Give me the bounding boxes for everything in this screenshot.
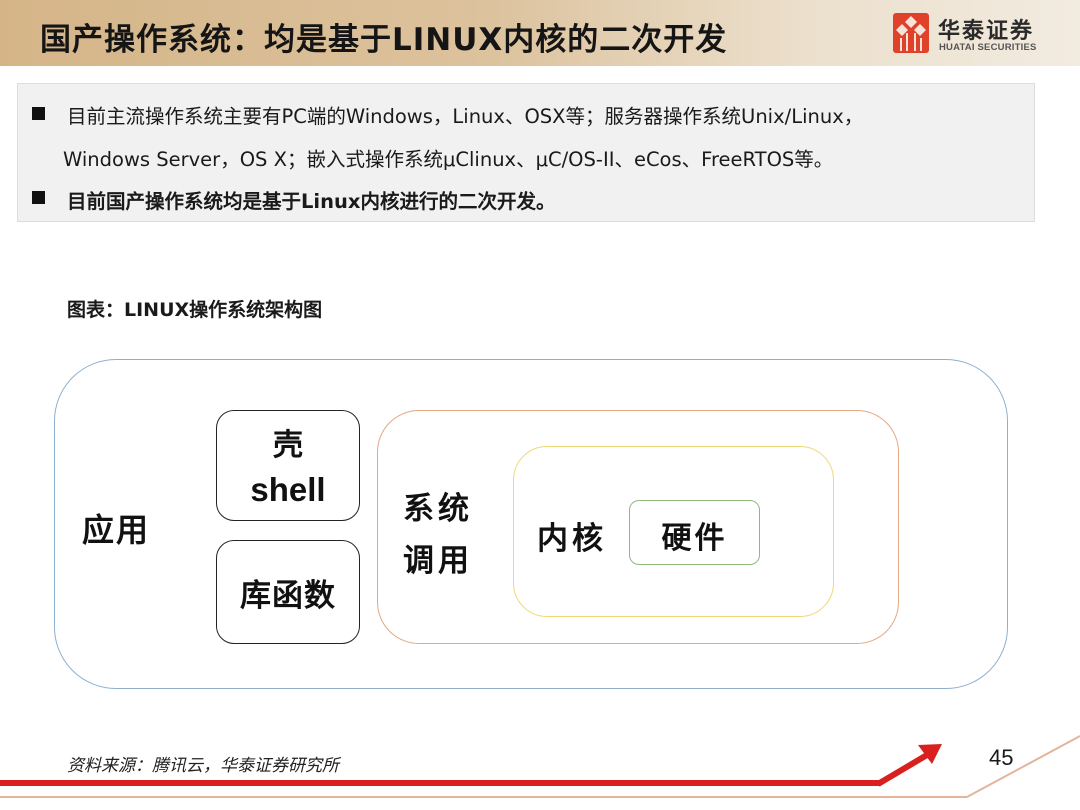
source-note: 资料来源：腾讯云，华泰证券研究所 <box>67 756 339 776</box>
bullet-1-line-2: Windows Server，OS X；嵌入式操作系统μClinux、μC/OS… <box>63 148 834 171</box>
page-number: 45 <box>989 745 1014 770</box>
application-label: 应用 <box>82 511 151 549</box>
logo-name-en: HUATAI SECURITIES <box>939 42 1037 53</box>
shell-label-en: shell <box>250 471 326 508</box>
bullet-1-line-1: 目前主流操作系统主要有PC端的Windows，Linux、OSX等；服务器操作系… <box>67 105 864 128</box>
bullet-square-icon <box>32 107 45 120</box>
kernel-label: 内核 <box>537 521 607 557</box>
hardware-label: 硬件 <box>661 521 728 556</box>
company-logo: 华泰证券 HUATAI SECURITIES <box>893 13 1053 55</box>
footer-thin-diagonal <box>966 735 1080 798</box>
logo-name-cn: 华泰证券 <box>938 19 1035 44</box>
page-title: 国产操作系统：均是基于LINUX内核的二次开发 <box>40 22 728 58</box>
library-functions-label: 库函数 <box>240 578 336 614</box>
huatai-logo-icon <box>893 13 929 53</box>
figure-caption: 图表：LINUX操作系统架构图 <box>67 299 323 321</box>
bullet-2-line-1: 目前国产操作系统均是基于Linux内核进行的二次开发。 <box>67 190 556 213</box>
shell-label-cn: 壳 <box>273 428 303 463</box>
bullet-square-icon <box>32 191 45 204</box>
system-call-label-line-2: 调用 <box>403 543 473 579</box>
system-call-label-line-1: 系统 <box>403 491 473 527</box>
footer-red-arrow-shaft <box>876 749 934 787</box>
summary-box: 目前主流操作系统主要有PC端的Windows，Linux、OSX等；服务器操作系… <box>17 83 1035 222</box>
